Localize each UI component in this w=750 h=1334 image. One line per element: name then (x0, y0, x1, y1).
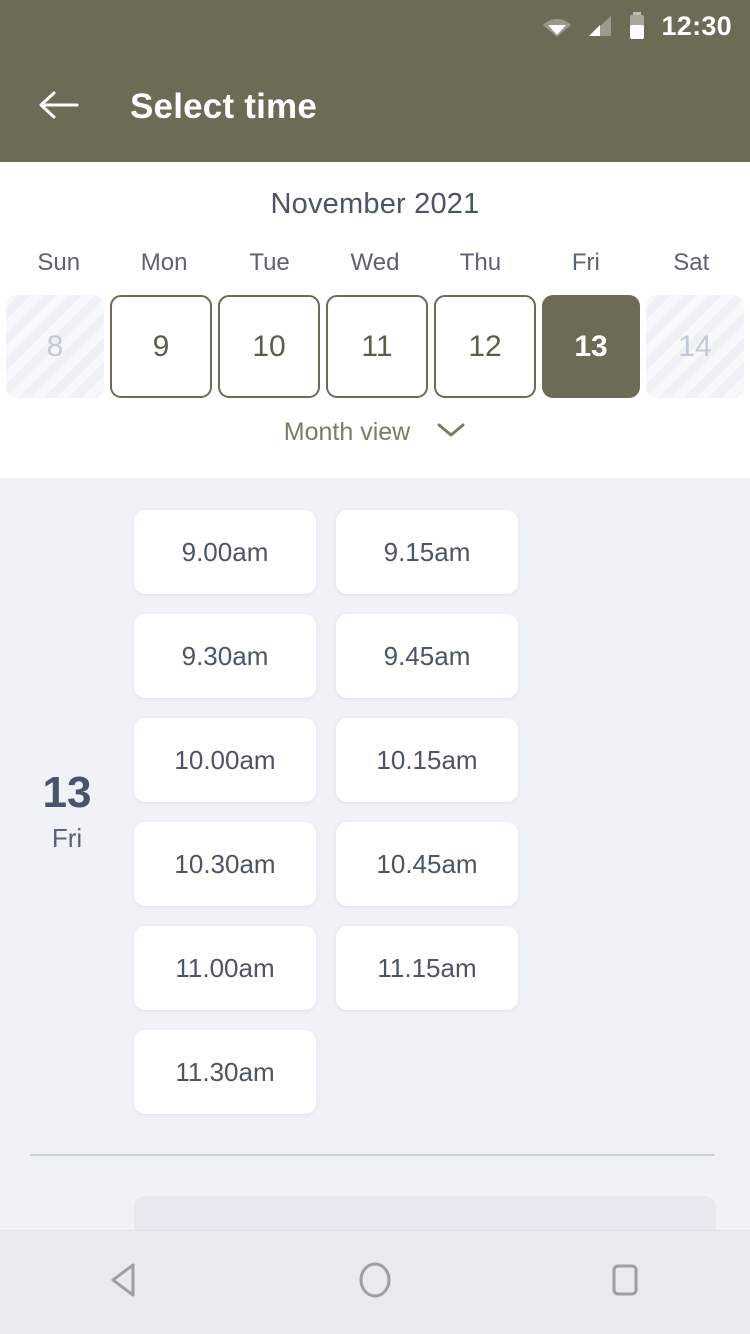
month-view-toggle[interactable]: Month view (0, 418, 750, 447)
weekday-label: Sat (673, 249, 710, 276)
schedule-day-weekday: Fri (51, 822, 83, 853)
schedule-day-14: 14 Sun Salon closed (0, 1156, 750, 1230)
app-bar: Select time (0, 52, 750, 162)
calendar-day-9[interactable]: 9 (110, 295, 212, 398)
nav-back-button[interactable] (80, 1248, 170, 1318)
calendar-panel: November 2021 Sun Mon Tue Wed Thu Fri Sa… (0, 162, 750, 478)
weekday-label: Wed (350, 249, 400, 276)
calendar-day-11[interactable]: 11 (326, 295, 428, 398)
back-arrow-icon (37, 89, 79, 126)
weekday-label: Thu (459, 249, 502, 276)
back-button[interactable] (34, 83, 82, 131)
schedule-day-label: 13 Fri (0, 488, 134, 1136)
schedule-list: 13 Fri 9.00am 9.15am 9.30am 9.45am 10.00… (0, 478, 750, 1230)
schedule-day-label: 14 Sun (0, 1156, 134, 1230)
time-slot[interactable]: 9.15am (336, 510, 518, 594)
recents-square-icon (608, 1261, 642, 1304)
wifi-icon (542, 14, 572, 38)
time-slot[interactable]: 10.15am (336, 718, 518, 802)
page-title: Select time (130, 87, 318, 126)
calendar-weekday-header: Sun Mon Tue Wed Thu Fri Sat (0, 249, 750, 277)
time-slot[interactable]: 9.00am (134, 510, 316, 594)
weekday-label: Tue (249, 249, 290, 276)
schedule-day-number: 13 (42, 767, 92, 817)
cellular-signal-icon (587, 14, 613, 38)
android-nav-bar (0, 1230, 750, 1334)
calendar-month-title: November 2021 (270, 188, 480, 220)
calendar-day-14: 14 (646, 295, 744, 398)
calendar-day-10[interactable]: 10 (218, 295, 320, 398)
back-triangle-icon (107, 1261, 143, 1304)
weekday-label: Sun (37, 249, 81, 276)
time-slot[interactable]: 10.45am (336, 822, 518, 906)
status-bar-clock: 12:30 (661, 10, 732, 41)
time-slot[interactable]: 11.30am (134, 1030, 316, 1114)
calendar-day-row: 8 9 10 11 12 13 14 (0, 295, 750, 398)
salon-closed-banner: Salon closed (134, 1196, 716, 1230)
time-slot[interactable]: 10.00am (134, 718, 316, 802)
calendar-day-12[interactable]: 12 (434, 295, 536, 398)
time-slot[interactable]: 11.15am (336, 926, 518, 1010)
weekday-label: Mon (140, 249, 188, 276)
time-slot[interactable]: 9.45am (336, 614, 518, 698)
schedule-day-13: 13 Fri 9.00am 9.15am 9.30am 9.45am 10.00… (0, 488, 750, 1136)
calendar-day-13[interactable]: 13 (542, 295, 640, 398)
time-slot-grid: 9.00am 9.15am 9.30am 9.45am 10.00am 10.1… (134, 488, 716, 1136)
chevron-down-icon (436, 421, 466, 444)
battery-icon (628, 12, 646, 40)
time-slot[interactable]: 9.30am (134, 614, 316, 698)
nav-recents-button[interactable] (580, 1248, 670, 1318)
time-slot[interactable]: 11.00am (134, 926, 316, 1010)
nav-home-button[interactable] (330, 1248, 420, 1318)
weekday-label: Fri (571, 249, 600, 276)
home-circle-icon (356, 1260, 394, 1305)
status-bar: 12:30 (0, 0, 750, 52)
time-slot[interactable]: 10.30am (134, 822, 316, 906)
app-screen: 12:30 Select time November 2021 Sun Mon … (0, 0, 750, 1334)
calendar-day-8: 8 (6, 295, 104, 398)
month-view-label: Month view (283, 418, 411, 446)
